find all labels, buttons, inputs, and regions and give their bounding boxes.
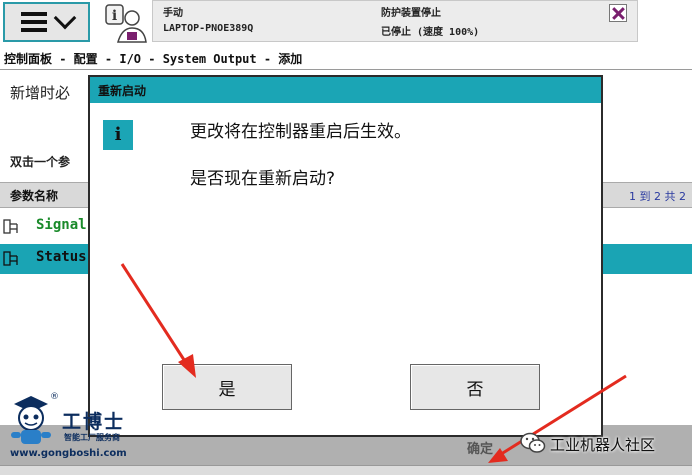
brand-tagline: 智能工厂服务商 — [64, 433, 120, 442]
breadcrumb: 控制面板 - 配置 - I/O - System Output - 添加 — [4, 52, 303, 66]
wechat-account-name: 工业机器人社区 — [550, 436, 656, 454]
close-icon[interactable] — [609, 4, 627, 22]
controller-name: LAPTOP-PNOE389Q — [163, 23, 254, 34]
wechat-icon — [520, 432, 546, 453]
operating-mode: 手动 — [163, 8, 183, 19]
page-heading: 新增时必 — [10, 84, 71, 102]
wechat-watermark: 工业机器人社区 — [520, 428, 692, 458]
restart-dialog: 重新启动 i 更改将在控制器重启后生效。 是否现在重新启动? 是 否 — [88, 75, 603, 437]
dialog-message: 更改将在控制器重启后生效。 — [190, 122, 411, 142]
hamburger-menu-icon — [20, 12, 47, 32]
svg-text:i: i — [112, 8, 117, 24]
registered-mark: ® — [50, 392, 59, 402]
safety-state: 防护装置停止 — [381, 8, 441, 19]
parameter-icon — [3, 219, 18, 234]
row-label-status: Status — [36, 249, 87, 265]
main-menu-button[interactable] — [3, 2, 90, 42]
parameter-icon — [3, 251, 18, 266]
ok-button-label[interactable]: 确定 — [467, 438, 493, 457]
no-button[interactable]: 否 — [410, 364, 540, 410]
robot-info-icon[interactable]: i — [100, 2, 148, 44]
row-label-signal: Signal — [36, 217, 87, 233]
info-icon: i — [103, 120, 133, 150]
breadcrumb-divider — [0, 69, 692, 70]
status-panel[interactable]: 手动 LAPTOP-PNOE389Q 防护装置停止 已停止 (速度 100%) — [152, 0, 638, 42]
brand-url: www.gongboshi.com — [10, 448, 127, 459]
dialog-title-bar: 重新启动 — [90, 77, 601, 103]
chevron-down-icon — [53, 6, 76, 30]
page-instruction: 双击一个参 — [10, 155, 71, 169]
pagination-label: 1 到 2 共 2 — [629, 190, 686, 203]
yes-button[interactable]: 是 — [162, 364, 292, 410]
column-header-parameter-name: 参数名称 — [10, 189, 59, 203]
brand-name: 工博士 — [62, 411, 126, 433]
dialog-question: 是否现在重新启动? — [190, 169, 336, 189]
mascot-logo-icon — [11, 396, 51, 444]
brand-watermark: ® 工博士 智能工厂服务商 www.gongboshi.com — [4, 386, 154, 466]
dialog-title: 重新启动 — [98, 84, 147, 98]
top-bar: i 手动 LAPTOP-PNOE389Q 防护装置停止 已停止 (速度 100%… — [0, 0, 692, 48]
motion-state: 已停止 (速度 100%) — [381, 27, 480, 38]
taskbar-strip — [0, 465, 692, 475]
